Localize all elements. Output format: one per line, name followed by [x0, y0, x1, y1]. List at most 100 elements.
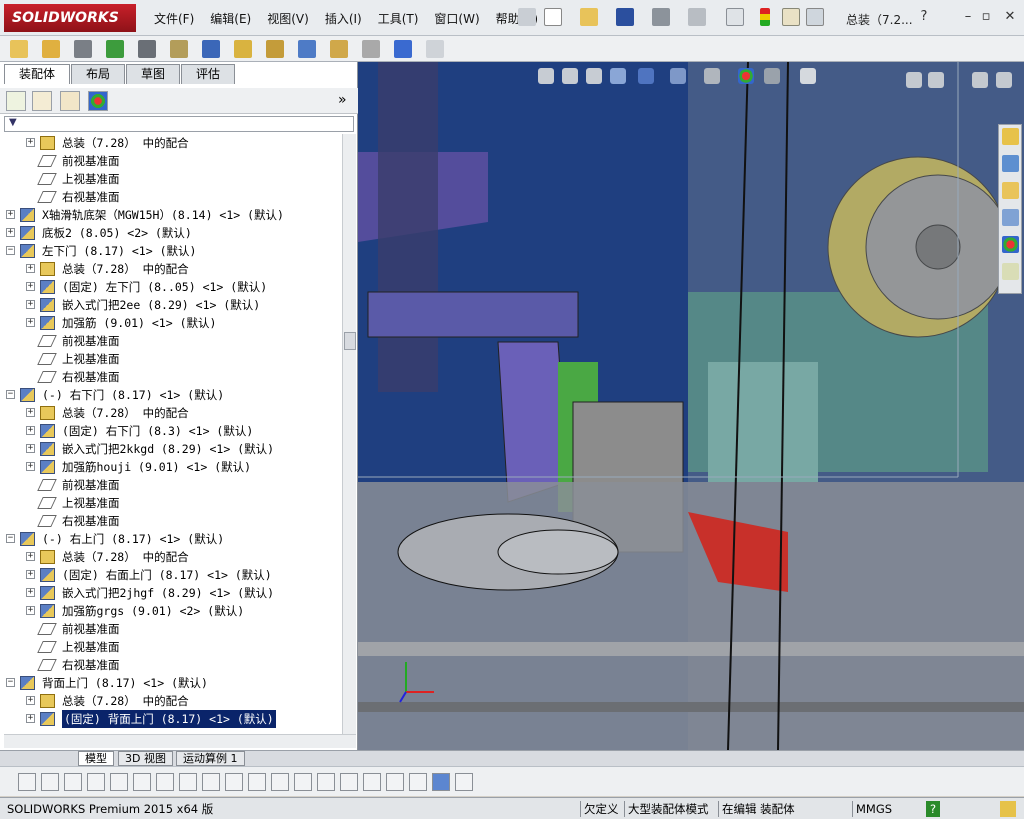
view-palette-icon[interactable] — [1002, 209, 1019, 226]
insert-components-icon[interactable] — [10, 40, 28, 58]
tree-node[interactable]: + 加强筋houji (9.01) <1> (默认) — [0, 458, 342, 476]
previous-view-icon[interactable] — [586, 68, 602, 84]
feature-manager-icon[interactable] — [6, 91, 26, 111]
fillet-icon[interactable] — [248, 773, 266, 791]
bill-of-materials-icon[interactable] — [298, 40, 316, 58]
convert-icon[interactable] — [225, 773, 243, 791]
tree-node[interactable]: 右视基准面 — [0, 656, 342, 674]
expand-toggle-icon[interactable]: − — [6, 390, 15, 399]
instant3d-icon[interactable] — [394, 40, 412, 58]
view-orientation-icon[interactable] — [638, 68, 654, 84]
update-icon[interactable] — [426, 40, 444, 58]
tree-node[interactable]: + X轴滑轨底架（MGW15H）(8.14) <1> (默认) — [0, 206, 342, 224]
tree-node[interactable]: 前视基准面 — [0, 620, 342, 638]
tag-icon[interactable] — [1000, 801, 1016, 817]
tree-node[interactable]: 右视基准面 — [0, 512, 342, 530]
circle-icon[interactable] — [64, 773, 82, 791]
tree-vertical-scrollbar[interactable] — [342, 134, 356, 734]
help-button[interactable]: ? — [916, 9, 932, 25]
close-button[interactable]: ✕ — [1002, 9, 1018, 25]
3d-box-icon[interactable] — [386, 773, 404, 791]
property-manager-icon[interactable] — [32, 91, 52, 111]
reference-geometry-icon[interactable] — [234, 40, 252, 58]
save-sketch-icon[interactable] — [18, 773, 36, 791]
model-tab-1[interactable]: 3D 视图 — [118, 751, 173, 766]
expand-toggle-icon[interactable]: + — [26, 696, 35, 705]
display-style-icon[interactable] — [670, 68, 686, 84]
expand-toggle-icon[interactable]: + — [26, 588, 35, 597]
tree-horizontal-scrollbar[interactable] — [4, 734, 356, 748]
file-properties-icon[interactable] — [782, 8, 800, 26]
display-manager-icon[interactable] — [88, 91, 108, 111]
tree-node[interactable]: 上视基准面 — [0, 494, 342, 512]
tree-node[interactable]: + (固定) 右下门 (8.3) <1> (默认) — [0, 422, 342, 440]
edit-appearance-icon[interactable] — [738, 68, 754, 84]
tree-node[interactable]: + (固定) 左下门 (8..05) <1> (默认) — [0, 278, 342, 296]
save-icon[interactable] — [616, 8, 634, 26]
explode-line-icon[interactable] — [362, 40, 380, 58]
solidworks-resources-icon[interactable] — [1002, 128, 1019, 145]
select-pointer-icon[interactable] — [726, 8, 744, 26]
tree-node[interactable]: + 嵌入式门把2ee (8.29) <1> (默认) — [0, 296, 342, 314]
expand-toggle-icon[interactable]: + — [6, 228, 15, 237]
mirror-icon[interactable] — [202, 773, 220, 791]
shaded-box-icon[interactable] — [409, 773, 427, 791]
viewport-close-icon[interactable] — [996, 72, 1012, 88]
open-folder-icon[interactable] — [580, 8, 598, 26]
expand-toggle-icon[interactable]: + — [26, 606, 35, 615]
tree-node[interactable]: + 总装（7.28） 中的配合 — [0, 548, 342, 566]
expand-toggle-icon[interactable]: − — [6, 534, 15, 543]
trim-icon[interactable] — [133, 773, 151, 791]
tree-node[interactable]: 上视基准面 — [0, 170, 342, 188]
expand-toggle-icon[interactable]: + — [26, 318, 35, 327]
move-component-icon[interactable] — [138, 40, 156, 58]
tree-node[interactable]: + 底板2 (8.05) <2> (默认) — [0, 224, 342, 242]
viewport-restore-icon[interactable] — [928, 72, 944, 88]
expand-toggle-icon[interactable]: + — [26, 714, 35, 723]
tree-node[interactable]: + 加强筋grgs (9.01) <2> (默认) — [0, 602, 342, 620]
minimize-button[interactable]: – — [960, 9, 976, 25]
offset-icon[interactable] — [179, 773, 197, 791]
rebuild-icon[interactable] — [760, 8, 770, 26]
expand-toggle-icon[interactable]: + — [26, 570, 35, 579]
tree-node[interactable]: + 总装（7.28） 中的配合 — [0, 404, 342, 422]
tree-node[interactable]: − 左下门 (8.17) <1> (默认) — [0, 242, 342, 260]
tree-node[interactable]: + 总装（7.28） 中的配合 — [0, 260, 342, 278]
configuration-manager-icon[interactable] — [60, 91, 80, 111]
new-document-icon[interactable] — [544, 8, 562, 26]
assembly-features-icon[interactable] — [202, 40, 220, 58]
zoom-to-area-icon[interactable] — [562, 68, 578, 84]
tree-node[interactable]: + 总装（7.28） 中的配合 — [0, 692, 342, 710]
expand-toggle-icon[interactable]: + — [26, 282, 35, 291]
tree-node[interactable]: 前视基准面 — [0, 152, 342, 170]
expand-panel-button[interactable]: » — [338, 92, 347, 108]
viewport-maximize-icon[interactable] — [972, 72, 988, 88]
units-status[interactable]: MMGS — [852, 801, 895, 817]
tree-node[interactable]: 上视基准面 — [0, 638, 342, 656]
custom-properties-icon[interactable] — [1002, 263, 1019, 280]
tree-node[interactable]: + (固定) 右面上门 (8.17) <1> (默认) — [0, 566, 342, 584]
model-tab-0[interactable]: 模型 — [78, 751, 114, 766]
expand-toggle-icon[interactable]: + — [6, 210, 15, 219]
line-icon[interactable] — [87, 773, 105, 791]
menu-item[interactable]: 文件(F) — [146, 10, 202, 27]
expand-toggle-icon[interactable]: + — [26, 138, 35, 147]
model-tab-2[interactable]: 运动算例 1 — [176, 751, 245, 766]
options-icon[interactable] — [806, 8, 824, 26]
mate-icon[interactable] — [42, 40, 60, 58]
tree-node[interactable]: + 嵌入式门把2kkgd (8.29) <1> (默认) — [0, 440, 342, 458]
extend-icon[interactable] — [156, 773, 174, 791]
tree-node[interactable]: 右视基准面 — [0, 188, 342, 206]
undo-icon[interactable] — [688, 8, 706, 26]
tab-2[interactable]: 草图 — [126, 64, 181, 84]
tab-3[interactable]: 评估 — [181, 64, 236, 84]
expand-toggle-icon[interactable]: + — [26, 462, 35, 471]
expand-toggle-icon[interactable]: + — [26, 444, 35, 453]
tree-node[interactable]: 前视基准面 — [0, 332, 342, 350]
tree-node[interactable]: − 背面上门 (8.17) <1> (默认) — [0, 674, 342, 692]
expand-toggle-icon[interactable]: + — [26, 300, 35, 309]
relations-icon[interactable] — [340, 773, 358, 791]
design-library-icon[interactable] — [1002, 155, 1019, 172]
restore-button[interactable]: ▫ — [978, 9, 994, 25]
expand-toggle-icon[interactable]: − — [6, 678, 15, 687]
